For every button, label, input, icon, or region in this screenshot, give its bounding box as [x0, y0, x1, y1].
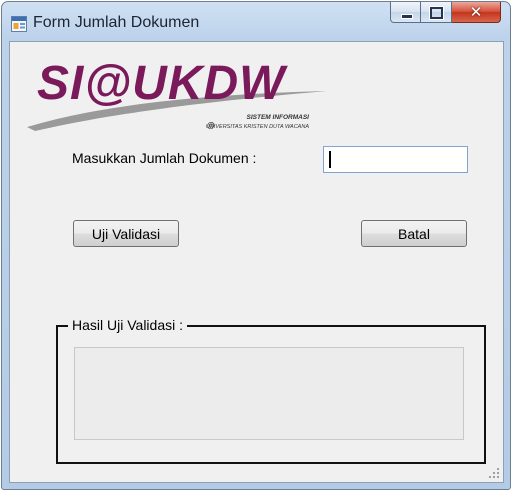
- logo-tagline-bottom: UNIVERSITAS KRISTEN DUTA WACANA: [206, 124, 309, 130]
- hasil-uji-validasi-output: [74, 347, 464, 440]
- form-client-area: SI@UKDW SISTEM INFORMASI @ UNIVERSITAS K…: [9, 41, 504, 483]
- resize-grip-icon[interactable]: [488, 467, 500, 479]
- hasil-uji-validasi-label: Hasil Uji Validasi :: [68, 317, 187, 333]
- maximize-button[interactable]: [421, 2, 452, 23]
- uji-validasi-button[interactable]: Uji Validasi: [73, 220, 179, 247]
- logo-main-text: SI@UKDW: [37, 57, 288, 110]
- form-window-icon: [11, 16, 27, 32]
- close-icon: ✕: [469, 3, 483, 21]
- logo-tagline-top: SISTEM INFORMASI: [247, 114, 310, 121]
- caption-buttons: ✕: [390, 2, 501, 24]
- text-caret: [329, 151, 331, 168]
- jumlah-dokumen-input[interactable]: [323, 146, 468, 173]
- batal-button[interactable]: Batal: [361, 220, 467, 247]
- minimize-button[interactable]: [390, 2, 421, 23]
- close-button[interactable]: ✕: [452, 2, 501, 23]
- siukdw-logo: SI@UKDW SISTEM INFORMASI @ UNIVERSITAS K…: [27, 57, 327, 131]
- minimize-icon: [401, 14, 413, 19]
- jumlah-dokumen-label: Masukkan Jumlah Dokumen :: [72, 150, 257, 166]
- window-title: Form Jumlah Dokumen: [33, 14, 200, 31]
- maximize-icon: [430, 7, 443, 19]
- title-bar[interactable]: Form Jumlah Dokumen ✕: [2, 2, 510, 42]
- form-window: Form Jumlah Dokumen ✕ SI@UKDW SISTEM INF…: [1, 1, 511, 490]
